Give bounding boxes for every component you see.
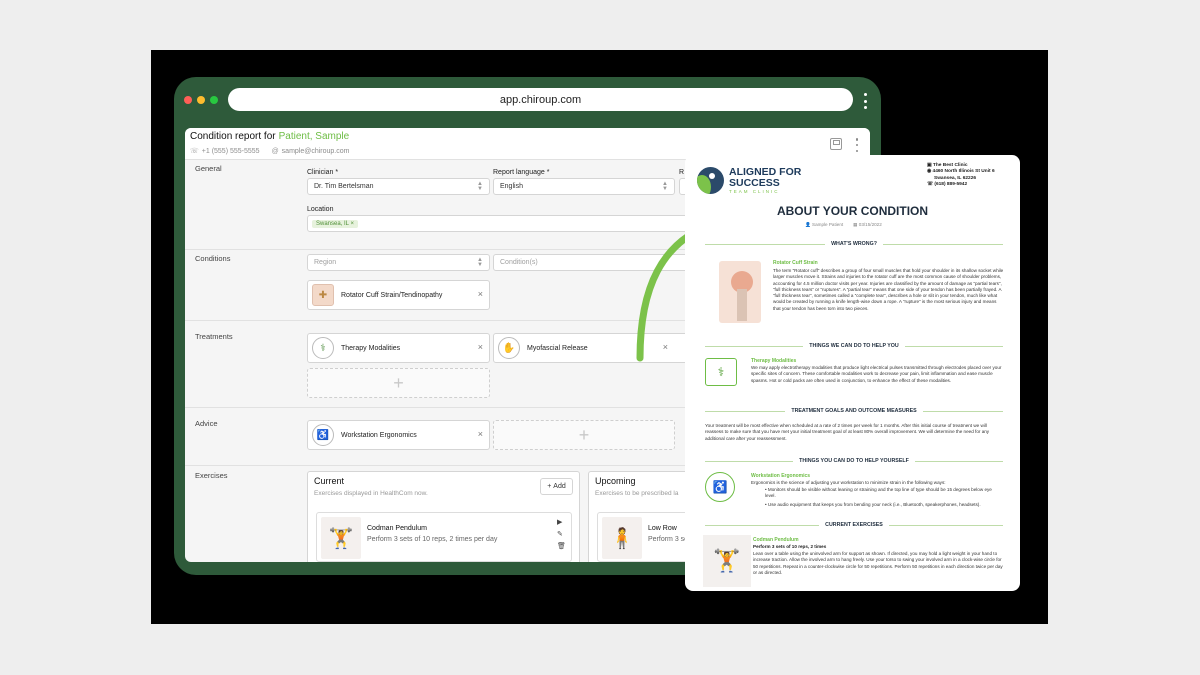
clinic-info: ▣ The Best Clinic ◉ 4460 North Illinois … bbox=[927, 163, 995, 188]
clinic-logo-tagline: TEAM CLINIC bbox=[729, 189, 780, 194]
therapy-name: Therapy Modalities bbox=[751, 358, 797, 364]
help-yourself-header: THINGS YOU CAN DO TO HELP YOURSELF bbox=[705, 457, 1003, 465]
therapy-modalities-icon: ⚕ bbox=[705, 358, 737, 386]
workstation-ergonomics-icon: ♿ bbox=[705, 472, 735, 502]
ergo-bullet: • Monitors should be visible without lea… bbox=[765, 487, 992, 499]
goals-text: Your treatment will be most effective wh… bbox=[705, 423, 990, 441]
condition-text: The term “Rotator cuff” describes a grou… bbox=[773, 268, 1004, 311]
phone-icon: ☏ bbox=[927, 182, 933, 188]
treatment-goals-header: TREATMENT GOALS AND OUTCOME MEASURES bbox=[705, 407, 1003, 415]
document-title: ABOUT YOUR CONDITION bbox=[776, 204, 929, 218]
help-you-header: THINGS WE CAN DO TO HELP YOU bbox=[705, 342, 1003, 350]
clinic-logo-icon bbox=[697, 167, 724, 194]
condition-report-document: ALIGNED FOR SUCCESS TEAM CLINIC ▣ The Bes… bbox=[685, 155, 1020, 591]
curved-arrow-graphic bbox=[636, 210, 732, 362]
calendar-icon: ▦ bbox=[853, 222, 858, 227]
therapy-text: We may apply electrotherapy modalities t… bbox=[751, 365, 1002, 383]
shoulder-anatomy-image bbox=[719, 261, 761, 323]
exercise-dose: Perform 3 sets of 10 reps, 2 times bbox=[753, 544, 827, 549]
location-pin-icon: ◉ bbox=[927, 169, 932, 175]
exercise-image: 🏋 bbox=[703, 535, 751, 587]
ergo-bullet: • Use audio equipment that keeps you fro… bbox=[765, 502, 981, 507]
exercise-name: Codman Pendulum bbox=[753, 537, 799, 543]
whats-wrong-header: WHAT'S WRONG? bbox=[705, 240, 1003, 248]
condition-name: Rotator Cuff Strain bbox=[773, 260, 818, 266]
building-icon: ▣ bbox=[927, 163, 932, 168]
ergo-text: Ergonomics is the science of adjusting y… bbox=[751, 480, 946, 485]
document-meta: 👤 Sample Patient ▦ 03/15/2022 bbox=[805, 222, 882, 227]
exercise-text: Lean over a table using the uninvolved a… bbox=[753, 551, 1003, 575]
current-exercises-header: CURRENT EXERCISES bbox=[705, 521, 1003, 529]
clinic-logo-text: ALIGNED FOR SUCCESS bbox=[729, 166, 802, 189]
ergo-name: Workstation Ergonomics bbox=[751, 473, 811, 479]
person-icon: 👤 bbox=[805, 222, 811, 227]
